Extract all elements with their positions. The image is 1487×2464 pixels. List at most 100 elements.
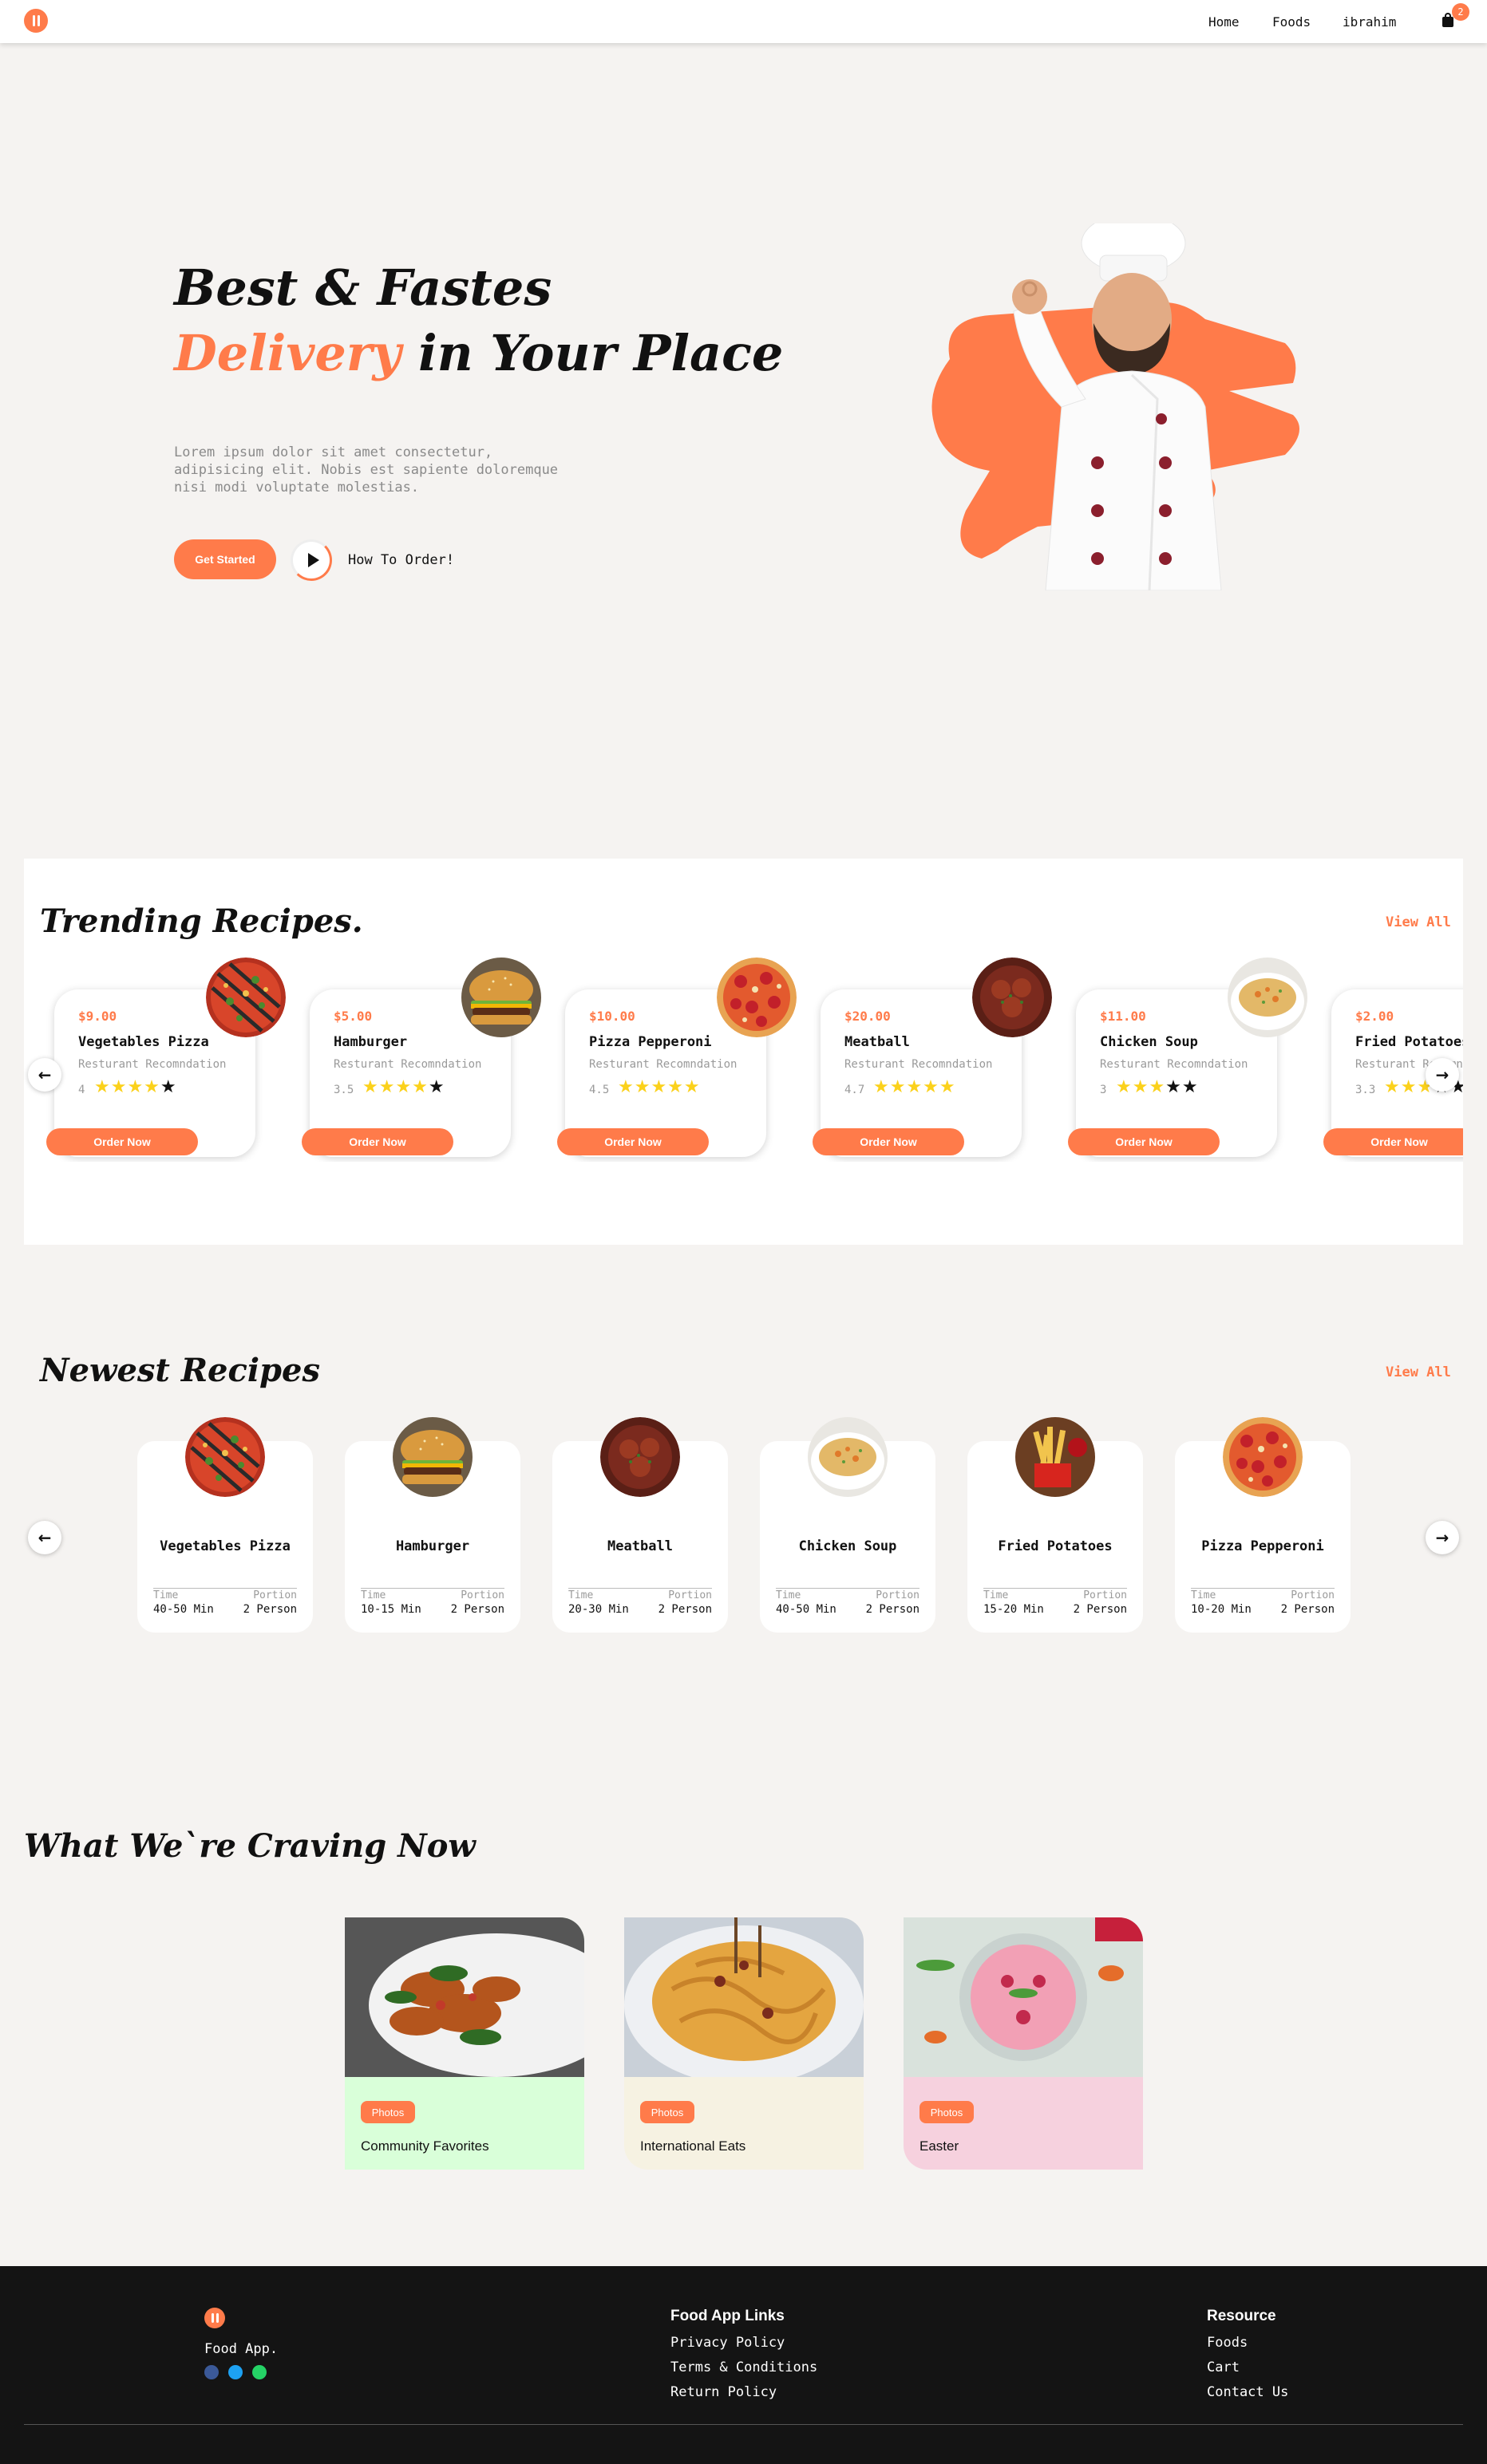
star-rating: ★★★★★ bbox=[362, 1077, 445, 1097]
photos-tag: Photos bbox=[640, 2101, 694, 2123]
newest-view-all-link[interactable]: View All bbox=[1386, 1364, 1451, 1380]
portion-label: Portion bbox=[1083, 1589, 1127, 1601]
item-price: $20.00 bbox=[844, 1009, 891, 1024]
trending-card: $10.00 Pizza Pepperoni Resturant Recomnd… bbox=[557, 958, 797, 1157]
item-price: $2.00 bbox=[1355, 1009, 1394, 1024]
craving-card[interactable]: Photos Community Favorites bbox=[345, 1917, 584, 2170]
newest-next-arrow-icon[interactable]: → bbox=[1426, 1521, 1459, 1554]
order-now-button[interactable]: Order Now bbox=[1323, 1128, 1463, 1155]
item-subtitle: Resturant Recomndation bbox=[844, 1058, 993, 1071]
footer-link-cart[interactable]: Cart bbox=[1207, 2359, 1240, 2375]
portion-label: Portion bbox=[1291, 1589, 1335, 1601]
portion-value: 2 Person bbox=[1073, 1603, 1127, 1616]
recipe-card[interactable]: Vegetables Pizza Time Portion 40-50 Min … bbox=[137, 1441, 313, 1633]
craving-title: What We`re Craving Now bbox=[24, 1827, 476, 1865]
star-rating: ★★★★★ bbox=[618, 1077, 701, 1097]
craving-card[interactable]: Photos Easter bbox=[904, 1917, 1143, 2170]
footer-resource-heading: Resource bbox=[1207, 2308, 1276, 2324]
portion-label: Portion bbox=[461, 1589, 504, 1601]
time-value: 40-50 Min bbox=[776, 1603, 836, 1616]
recipe-name: Hamburger bbox=[395, 1538, 470, 1554]
order-now-button[interactable]: Order Now bbox=[557, 1128, 709, 1155]
vegetables-pizza-image bbox=[185, 1417, 265, 1497]
order-now-button[interactable]: Order Now bbox=[302, 1128, 453, 1155]
time-label: Time bbox=[1191, 1589, 1216, 1601]
trending-next-arrow-icon[interactable]: → bbox=[1426, 1058, 1459, 1092]
item-name: Chicken Soup bbox=[1100, 1034, 1198, 1050]
order-now-button[interactable]: Order Now bbox=[813, 1128, 964, 1155]
recipe-card[interactable]: Chicken Soup Time Portion 40-50 Min 2 Pe… bbox=[760, 1417, 935, 1633]
craving-card[interactable]: Photos International Eats bbox=[624, 1917, 864, 2170]
how-to-order-link[interactable]: How To Order! bbox=[348, 552, 454, 568]
portion-value: 2 Person bbox=[243, 1603, 297, 1616]
item-name: Hamburger bbox=[334, 1034, 408, 1050]
recipe-name: Vegetables Pizza bbox=[160, 1538, 291, 1554]
twitter-icon[interactable] bbox=[228, 2365, 243, 2379]
time-value: 20-30 Min bbox=[568, 1603, 629, 1616]
chef-illustration bbox=[931, 223, 1299, 590]
top-nav: Home Foods ibrahim 2 bbox=[0, 0, 1487, 43]
newest-prev-arrow-icon[interactable]: ← bbox=[28, 1521, 61, 1554]
trending-prev-arrow-icon[interactable]: ← bbox=[28, 1058, 61, 1092]
pizza-pepperoni-image bbox=[717, 958, 797, 1037]
item-price: $11.00 bbox=[1100, 1009, 1146, 1024]
get-started-button[interactable]: Get Started bbox=[174, 539, 276, 579]
item-rating: 3 bbox=[1100, 1084, 1107, 1096]
footer-link-contact[interactable]: Contact Us bbox=[1207, 2384, 1288, 2400]
time-label: Time bbox=[568, 1589, 594, 1601]
hero-title-line2: Delivery in Your Place bbox=[174, 329, 783, 378]
play-video-button[interactable] bbox=[291, 539, 332, 581]
nav-foods[interactable]: Foods bbox=[1272, 14, 1311, 30]
cart-count-badge: 2 bbox=[1452, 3, 1469, 21]
time-label: Time bbox=[983, 1589, 1009, 1601]
item-name: Pizza Pepperoni bbox=[589, 1034, 712, 1050]
recipe-card[interactable]: Fried Potatoes Time Portion 15-20 Min 2 … bbox=[967, 1417, 1143, 1633]
craving-card-title: Easter bbox=[919, 2138, 959, 2154]
item-rating: 4 bbox=[78, 1084, 85, 1096]
footer-link-privacy[interactable]: Privacy Policy bbox=[670, 2335, 785, 2351]
nav-user[interactable]: ibrahim bbox=[1343, 14, 1396, 30]
trending-card: $5.00 Hamburger Resturant Recomndation 3… bbox=[302, 958, 541, 1157]
nav-home[interactable]: Home bbox=[1208, 14, 1240, 30]
pizza-pepperoni-image bbox=[1223, 1417, 1303, 1497]
trending-card: $11.00 Chicken Soup Resturant Recomndati… bbox=[1068, 958, 1307, 1157]
time-value: 40-50 Min bbox=[153, 1603, 214, 1616]
item-price: $9.00 bbox=[78, 1009, 117, 1024]
footer-link-return[interactable]: Return Policy bbox=[670, 2384, 777, 2400]
time-value: 10-15 Min bbox=[361, 1603, 421, 1616]
app-logo-icon[interactable] bbox=[24, 9, 48, 33]
item-subtitle: Resturant Recomndation bbox=[78, 1058, 227, 1071]
order-now-button[interactable]: Order Now bbox=[1068, 1128, 1220, 1155]
item-rating: 3.3 bbox=[1355, 1084, 1376, 1096]
portion-label: Portion bbox=[668, 1589, 712, 1601]
star-rating: ★★★★★ bbox=[94, 1077, 177, 1097]
recipe-card[interactable]: Meatball Time Portion 20-30 Min 2 Person bbox=[552, 1417, 728, 1633]
facebook-icon[interactable] bbox=[204, 2365, 219, 2379]
trending-card: $20.00 Meatball Resturant Recomndation 4… bbox=[813, 958, 1052, 1157]
item-name: Fried Potatoes bbox=[1355, 1034, 1463, 1050]
item-subtitle: Resturant Recomndation bbox=[1100, 1058, 1248, 1071]
recipe-name: Meatball bbox=[607, 1538, 673, 1554]
time-label: Time bbox=[776, 1589, 801, 1601]
item-name: Meatball bbox=[844, 1034, 910, 1050]
whatsapp-icon[interactable] bbox=[252, 2365, 267, 2379]
craving-card-title: International Eats bbox=[640, 2138, 746, 2154]
trending-view-all-link[interactable]: View All bbox=[1386, 914, 1451, 930]
play-icon bbox=[308, 553, 319, 567]
portion-value: 2 Person bbox=[658, 1603, 712, 1616]
hero-title-highlight: Delivery bbox=[174, 324, 401, 382]
recipe-card[interactable]: Pizza Pepperoni Time Portion 10-20 Min 2… bbox=[1175, 1417, 1351, 1633]
recipe-name: Fried Potatoes bbox=[998, 1538, 1113, 1554]
footer-link-terms[interactable]: Terms & Conditions bbox=[670, 2359, 817, 2375]
hero-title-line1: Best & Fastes bbox=[174, 259, 552, 317]
recipe-card[interactable]: Hamburger Time Portion 10-15 Min 2 Perso… bbox=[345, 1417, 520, 1633]
international-eats-image bbox=[624, 1917, 864, 2077]
time-label: Time bbox=[361, 1589, 386, 1601]
footer-link-foods[interactable]: Foods bbox=[1207, 2335, 1248, 2351]
chicken-soup-image bbox=[808, 1417, 888, 1497]
item-rating: 4.5 bbox=[589, 1084, 610, 1096]
easter-image bbox=[904, 1917, 1143, 2077]
footer-logo-icon bbox=[204, 2308, 225, 2328]
order-now-button[interactable]: Order Now bbox=[46, 1128, 198, 1155]
portion-value: 2 Person bbox=[450, 1603, 504, 1616]
